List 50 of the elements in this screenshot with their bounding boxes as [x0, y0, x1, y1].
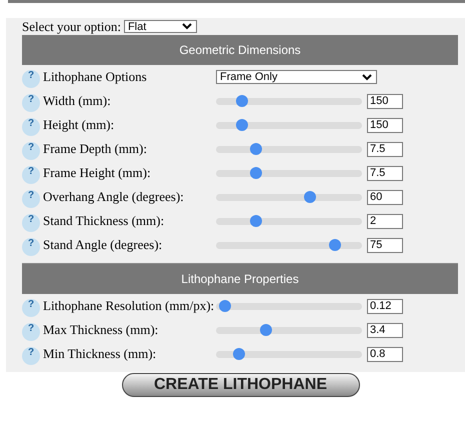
field-label: Overhang Angle (degrees): [43, 189, 185, 205]
field-label: Stand Thickness (mm): [43, 213, 166, 229]
section-header: Geometric Dimensions [22, 35, 458, 65]
slider-thumb[interactable] [218, 300, 231, 312]
value-input[interactable]: 2 [367, 214, 403, 228]
help-icon[interactable]: ? [22, 142, 40, 160]
slider-thumb[interactable] [236, 94, 248, 106]
slider-thumb[interactable] [233, 348, 246, 360]
help-icon[interactable]: ? [22, 166, 40, 184]
help-icon[interactable]: ? [22, 347, 40, 365]
caret-icon [362, 74, 372, 80]
help-icon[interactable]: ? [22, 70, 40, 88]
help-icon[interactable]: ? [22, 238, 40, 256]
value-input[interactable]: 7.5 [367, 142, 403, 156]
slider-thumb[interactable] [250, 166, 262, 178]
value-input[interactable]: 7.5 [367, 166, 403, 180]
help-icon[interactable]: ? [22, 118, 40, 136]
help-icon[interactable]: ? [22, 190, 40, 208]
help-icon[interactable]: ? [22, 94, 40, 112]
help-icon[interactable]: ? [22, 299, 40, 317]
value-input[interactable]: 150 [367, 118, 403, 132]
field-label: Stand Angle (degrees): [43, 237, 164, 253]
slider-thumb[interactable] [260, 324, 272, 336]
caret-icon [182, 23, 192, 30]
option-label: Select your option: [22, 18, 121, 34]
option-dropdown[interactable]: Flat [124, 20, 197, 33]
field-label: Frame Height (mm): [43, 165, 152, 181]
options-dropdown[interactable]: Frame Only [216, 70, 377, 84]
field-label: Lithophane Resolution (mm/px): [43, 298, 216, 314]
help-icon[interactable]: ? [22, 214, 40, 232]
slider-thumb[interactable] [304, 190, 316, 202]
section-header: Lithophane Properties [22, 264, 458, 294]
value-input[interactable]: 75 [367, 238, 403, 252]
create-button[interactable]: CREATE LITHOPHANE [122, 373, 360, 397]
value-input[interactable]: 150 [367, 94, 403, 108]
value-input[interactable]: 3.4 [367, 322, 403, 338]
slider-thumb[interactable] [250, 142, 262, 154]
field-label: Max Thickness (mm): [43, 322, 160, 338]
value-input[interactable]: 60 [367, 190, 403, 204]
value-input[interactable]: 0.12 [367, 298, 403, 314]
value-input[interactable]: 0.8 [367, 346, 403, 362]
slider-thumb[interactable] [236, 118, 248, 130]
field-label: Width (mm): [43, 93, 112, 109]
field-label: Min Thickness (mm): [43, 346, 158, 362]
field-label: Lithophane Options [43, 69, 148, 85]
field-label: Frame Depth (mm): [43, 141, 148, 157]
slider-thumb[interactable] [328, 238, 341, 250]
slider-thumb[interactable] [250, 214, 262, 226]
field-label: Height (mm): [43, 117, 116, 133]
help-icon[interactable]: ? [22, 323, 40, 341]
